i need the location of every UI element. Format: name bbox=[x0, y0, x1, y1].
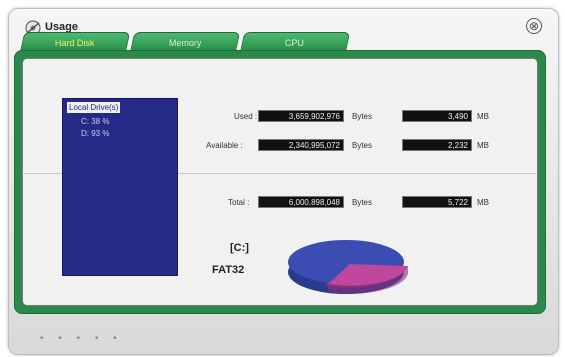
used-mb-unit: MB bbox=[477, 112, 489, 121]
used-bytes-value: 3,659,902,976 bbox=[258, 110, 344, 122]
close-icon[interactable]: ⊗ bbox=[526, 18, 542, 34]
selected-drive-letter: [C:] bbox=[230, 242, 249, 254]
total-label: Total : bbox=[228, 198, 250, 207]
drive-item-c[interactable]: C: 38 % bbox=[81, 117, 109, 126]
available-label: Available : bbox=[206, 141, 243, 150]
disk-usage-pie bbox=[288, 240, 408, 294]
available-bytes-unit: Bytes bbox=[352, 141, 373, 150]
used-bytes-unit: Bytes bbox=[352, 112, 373, 121]
drive-list[interactable]: Local Drive(s) C: 38 % D: 93 % bbox=[62, 98, 178, 276]
total-mb-unit: MB bbox=[477, 198, 489, 207]
tab-bar: Hard Disk Memory CPU bbox=[19, 32, 352, 53]
selected-drive-filesystem: FAT32 bbox=[212, 264, 245, 276]
drive-item-d[interactable]: D: 93 % bbox=[81, 129, 109, 138]
available-mb-unit: MB bbox=[477, 141, 489, 150]
total-bytes-unit: Bytes bbox=[352, 198, 373, 207]
total-bytes-value: 6,000,898,048 bbox=[258, 196, 344, 208]
resize-grip[interactable]: • • • • • bbox=[40, 333, 123, 344]
used-label: Used : bbox=[234, 112, 258, 121]
available-mb-value: 2,232 bbox=[402, 139, 472, 151]
total-mb-value: 5,722 bbox=[402, 196, 472, 208]
used-mb-value: 3,490 bbox=[402, 110, 472, 122]
drive-list-header: Local Drive(s) bbox=[67, 102, 121, 113]
available-bytes-value: 2,340,995,072 bbox=[258, 139, 344, 151]
